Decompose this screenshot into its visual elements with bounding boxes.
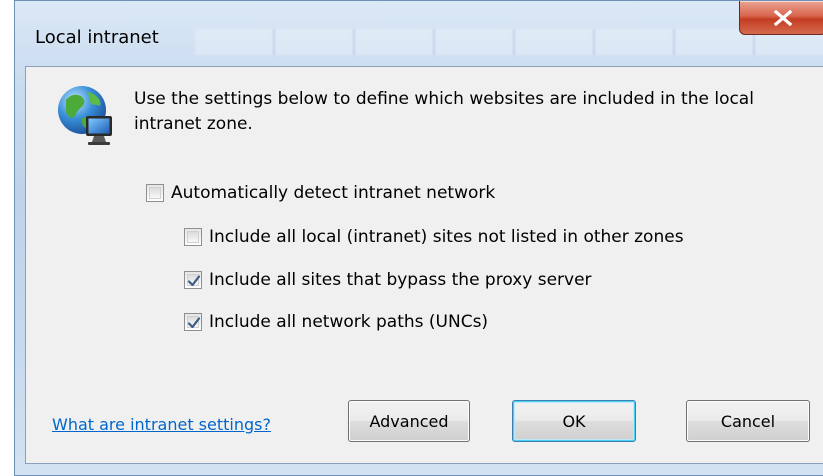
check-icon bbox=[187, 317, 201, 329]
check-icon bbox=[187, 275, 201, 287]
bypass-proxy-label: Include all sites that bypass the proxy … bbox=[209, 270, 592, 290]
intranet-settings-help-link[interactable]: What are intranet settings? bbox=[52, 415, 271, 434]
dialog-description: Use the settings below to define which w… bbox=[134, 89, 754, 134]
network-paths-checkbox[interactable] bbox=[184, 313, 202, 331]
ok-button[interactable]: OK bbox=[512, 400, 636, 442]
network-paths-option[interactable]: Include all network paths (UNCs) bbox=[184, 312, 488, 332]
advanced-button[interactable]: Advanced bbox=[348, 400, 470, 442]
network-paths-label: Include all network paths (UNCs) bbox=[209, 312, 489, 332]
dialog-content: Use the settings below to define which w… bbox=[25, 66, 823, 464]
local-intranet-dialog: Local intranet Use the settings below to… bbox=[14, 0, 823, 476]
close-button[interactable] bbox=[739, 1, 823, 35]
close-icon bbox=[773, 9, 793, 26]
bypass-proxy-option[interactable]: Include all sites that bypass the proxy … bbox=[184, 270, 592, 290]
globe-computer-icon bbox=[58, 86, 112, 145]
cancel-button[interactable]: Cancel bbox=[686, 400, 810, 442]
include-local-sites-checkbox[interactable] bbox=[184, 228, 202, 246]
include-local-sites-label: Include all local (intranet) sites not l… bbox=[209, 227, 684, 247]
auto-detect-checkbox[interactable] bbox=[146, 184, 164, 202]
bypass-proxy-checkbox[interactable] bbox=[184, 271, 202, 289]
auto-detect-option[interactable]: Automatically detect intranet network bbox=[146, 183, 495, 203]
dialog-title: Local intranet bbox=[35, 27, 159, 48]
background-window-tabs bbox=[195, 29, 823, 55]
auto-detect-label: Automatically detect intranet network bbox=[171, 183, 496, 203]
include-local-sites-option[interactable]: Include all local (intranet) sites not l… bbox=[184, 227, 684, 247]
